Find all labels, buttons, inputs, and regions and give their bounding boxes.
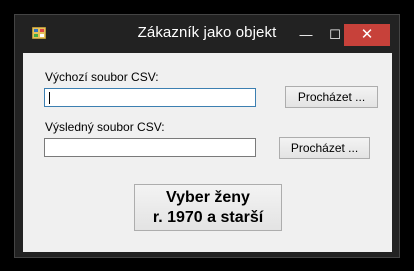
- source-file-input[interactable]: [44, 88, 256, 107]
- source-browse-button[interactable]: Procházet ...: [285, 86, 378, 108]
- select-women-button[interactable]: Vyber ženy r. 1970 a starší: [134, 184, 282, 231]
- result-file-input[interactable]: [44, 138, 256, 157]
- result-file-label: Výsledný soubor CSV:: [45, 120, 165, 134]
- app-window: Zákazník jako objekt — ☐ ✕ Výchozí soubo…: [14, 14, 400, 258]
- text-caret: [49, 92, 50, 104]
- select-women-button-line2: r. 1970 a starší: [152, 209, 264, 226]
- close-button[interactable]: ✕: [344, 24, 390, 46]
- source-file-label: Výchozí soubor CSV:: [45, 70, 159, 84]
- title-bar[interactable]: Zákazník jako objekt — ☐ ✕: [15, 15, 399, 51]
- result-browse-button[interactable]: Procházet ...: [279, 137, 370, 159]
- form-client-area: Výchozí soubor CSV: Procházet ... Výsled…: [23, 53, 392, 252]
- minimize-button[interactable]: —: [292, 24, 320, 46]
- select-women-button-line1: Vyber ženy: [166, 189, 250, 206]
